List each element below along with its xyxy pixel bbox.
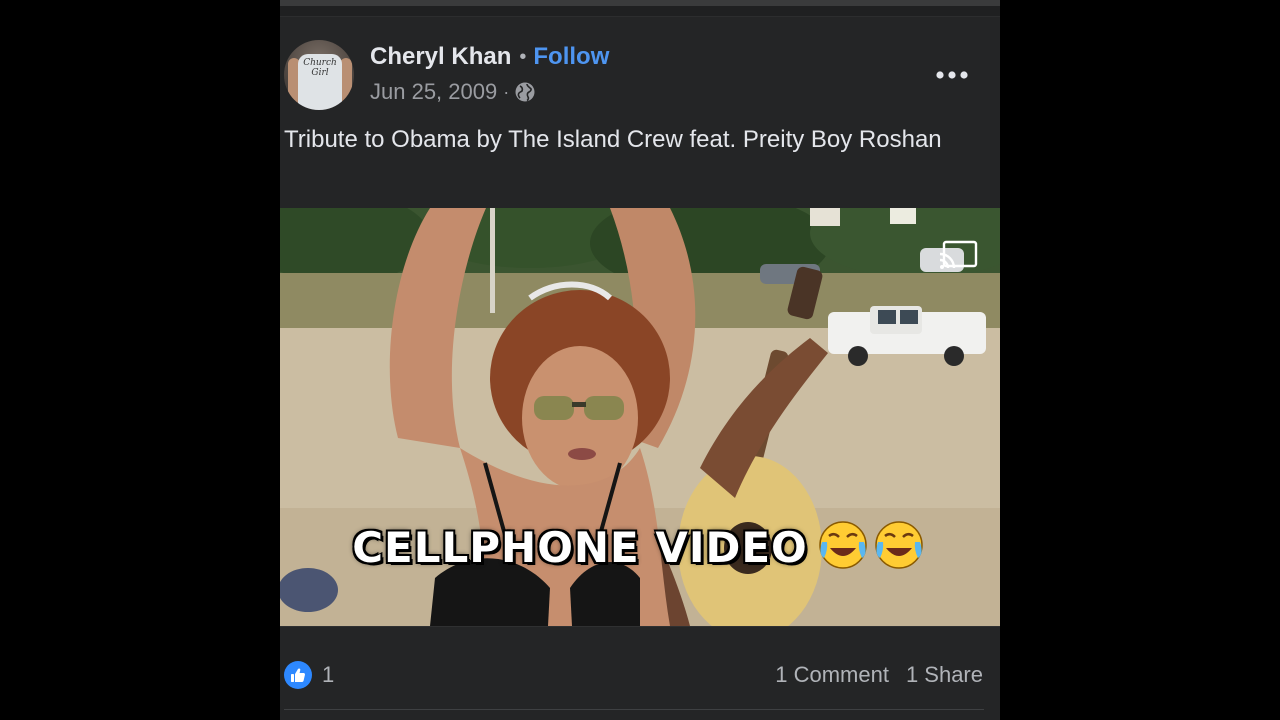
avatar[interactable]: Church Girl [284, 40, 354, 110]
meta-separator: · [503, 81, 510, 102]
reaction-count: 1 [322, 662, 335, 687]
right-letterbox [1000, 0, 1280, 720]
engagement-stats: 1 Comment 1 Share [775, 660, 983, 690]
separator-dot: • [519, 45, 527, 68]
cast-icon[interactable] [939, 240, 980, 272]
comments-count-link[interactable]: 1 Comment [775, 662, 889, 688]
laughing-emoji-icon [818, 520, 928, 580]
reactions-summary[interactable]: 1 [284, 660, 334, 690]
post-meta: Jun 25, 2009 · [370, 78, 535, 106]
more-options-icon [936, 71, 968, 79]
follow-button[interactable]: Follow [533, 43, 609, 71]
divider [284, 709, 984, 710]
post-card: Church Girl Cheryl Khan • Follow Jun 25,… [280, 0, 1000, 720]
left-letterbox [0, 0, 280, 720]
video-player[interactable]: CELLPHONE VIDEO [280, 208, 1000, 626]
author-name[interactable]: Cheryl Khan [370, 43, 511, 71]
avatar-shirt-text: Church Girl [303, 58, 337, 78]
shares-count-link[interactable]: 1 Share [906, 662, 983, 688]
previous-post-edge [280, 0, 1000, 17]
more-options-button[interactable] [932, 60, 972, 90]
overlay-text: CELLPHONE VIDEO [352, 523, 808, 572]
author-line: Cheryl Khan • Follow [370, 42, 609, 72]
divider [280, 626, 1000, 627]
like-icon [284, 661, 312, 689]
post-date[interactable]: Jun 25, 2009 [370, 79, 497, 105]
globe-icon [515, 82, 535, 102]
video-overlay-caption: CELLPHONE VIDEO [280, 520, 1000, 580]
post-caption: Tribute to Obama by The Island Crew feat… [284, 126, 942, 153]
